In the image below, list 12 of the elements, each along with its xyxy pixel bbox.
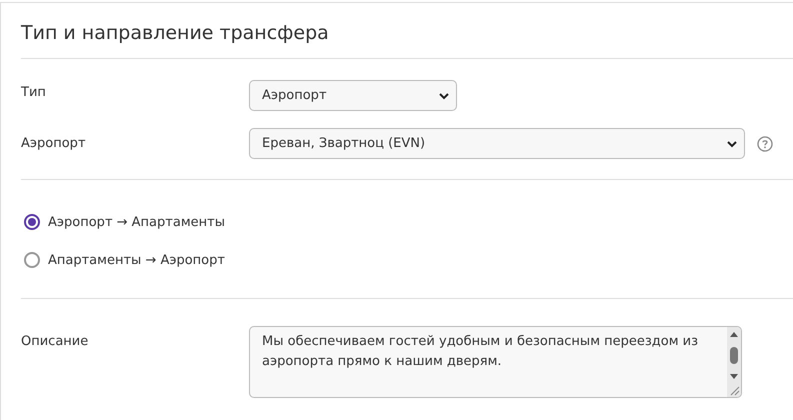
select-field[interactable]: Аэропорт [249,80,457,111]
radio-label[interactable]: Аэропорт → Апартаменты [48,214,225,230]
field-label: Описание [21,333,90,349]
field-label: Тип [21,85,47,100]
text-area[interactable]: Мы обеспечиваем гостей удобным и безопасным переездом из аэропорта прямо к нашим дверям. [249,326,742,398]
radio-button[interactable] [24,252,40,268]
radio-label[interactable]: Апартаменты → Аэропорт [48,252,225,268]
field-label: Аэропорт [21,136,87,151]
scrollbar-icon [727,327,741,397]
select-field[interactable]: Ереван, Звартноц (EVN) [249,128,745,159]
radio-button[interactable] [24,214,40,230]
panel-title: Тип и направление трансфера [21,21,329,46]
